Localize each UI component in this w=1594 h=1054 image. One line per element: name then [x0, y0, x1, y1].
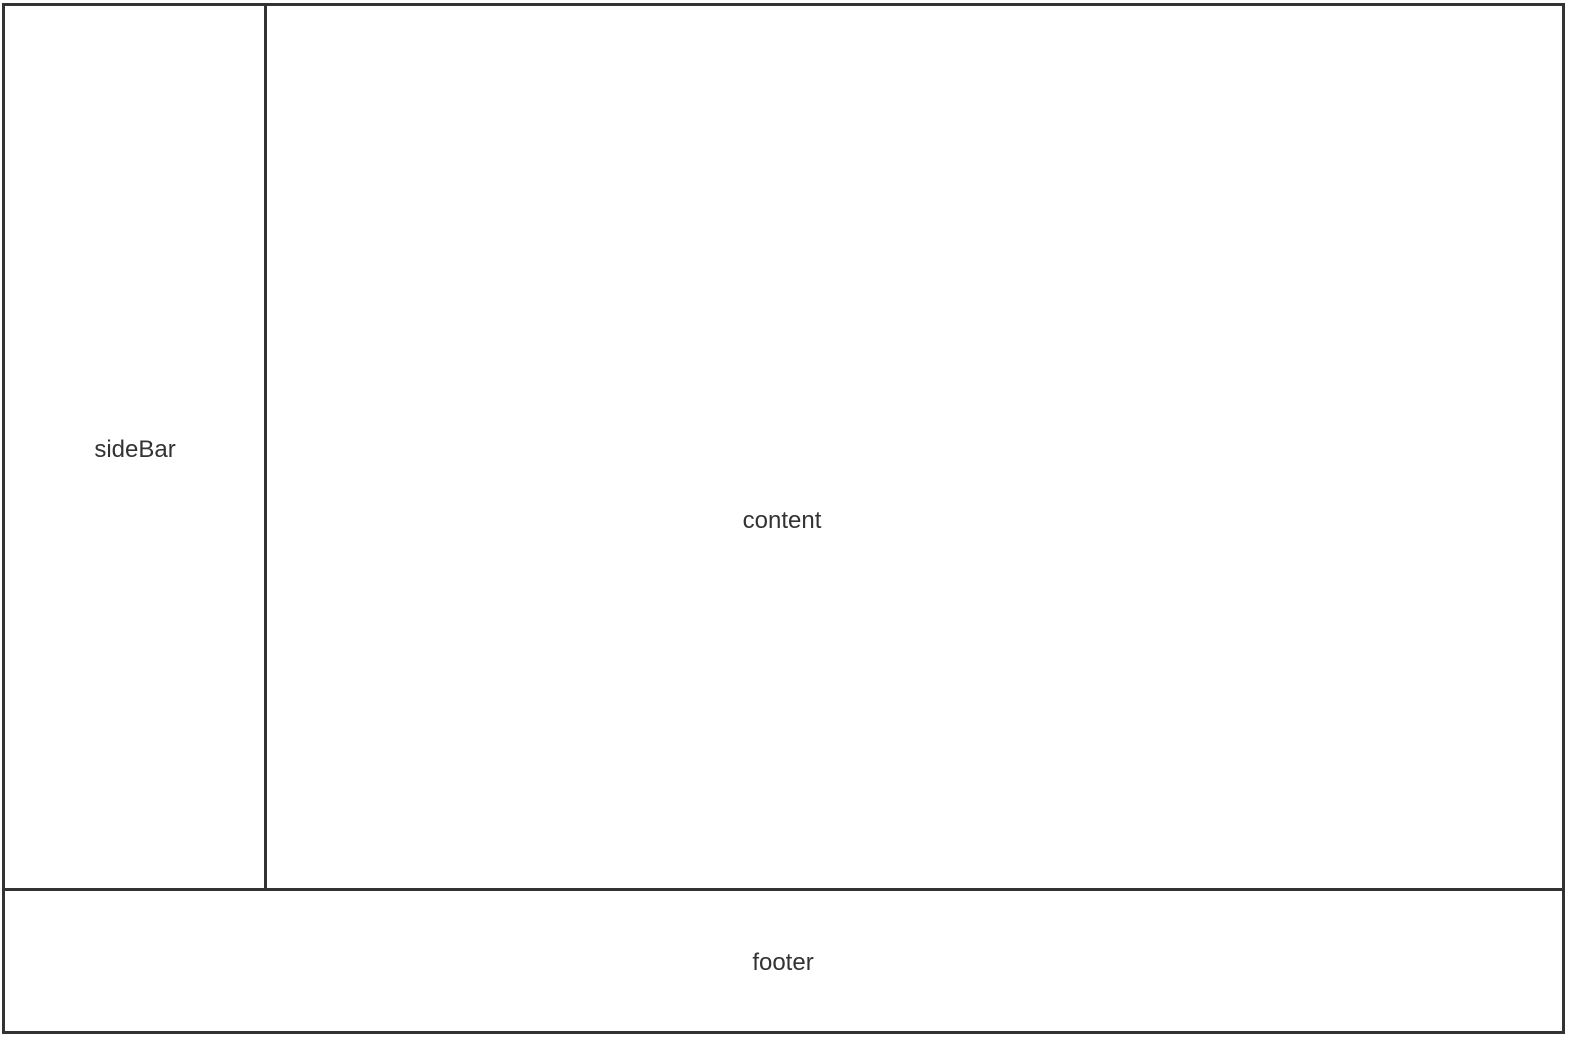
footer-label: footer [752, 949, 814, 976]
layout-frame: sideBar content footer [2, 3, 1565, 1034]
sidebar-label: sideBar [94, 436, 176, 463]
content-panel: content [267, 6, 1562, 891]
footer-panel: footer [5, 891, 1562, 1031]
sidebar-panel: sideBar [5, 6, 267, 891]
content-label: content [742, 507, 822, 534]
